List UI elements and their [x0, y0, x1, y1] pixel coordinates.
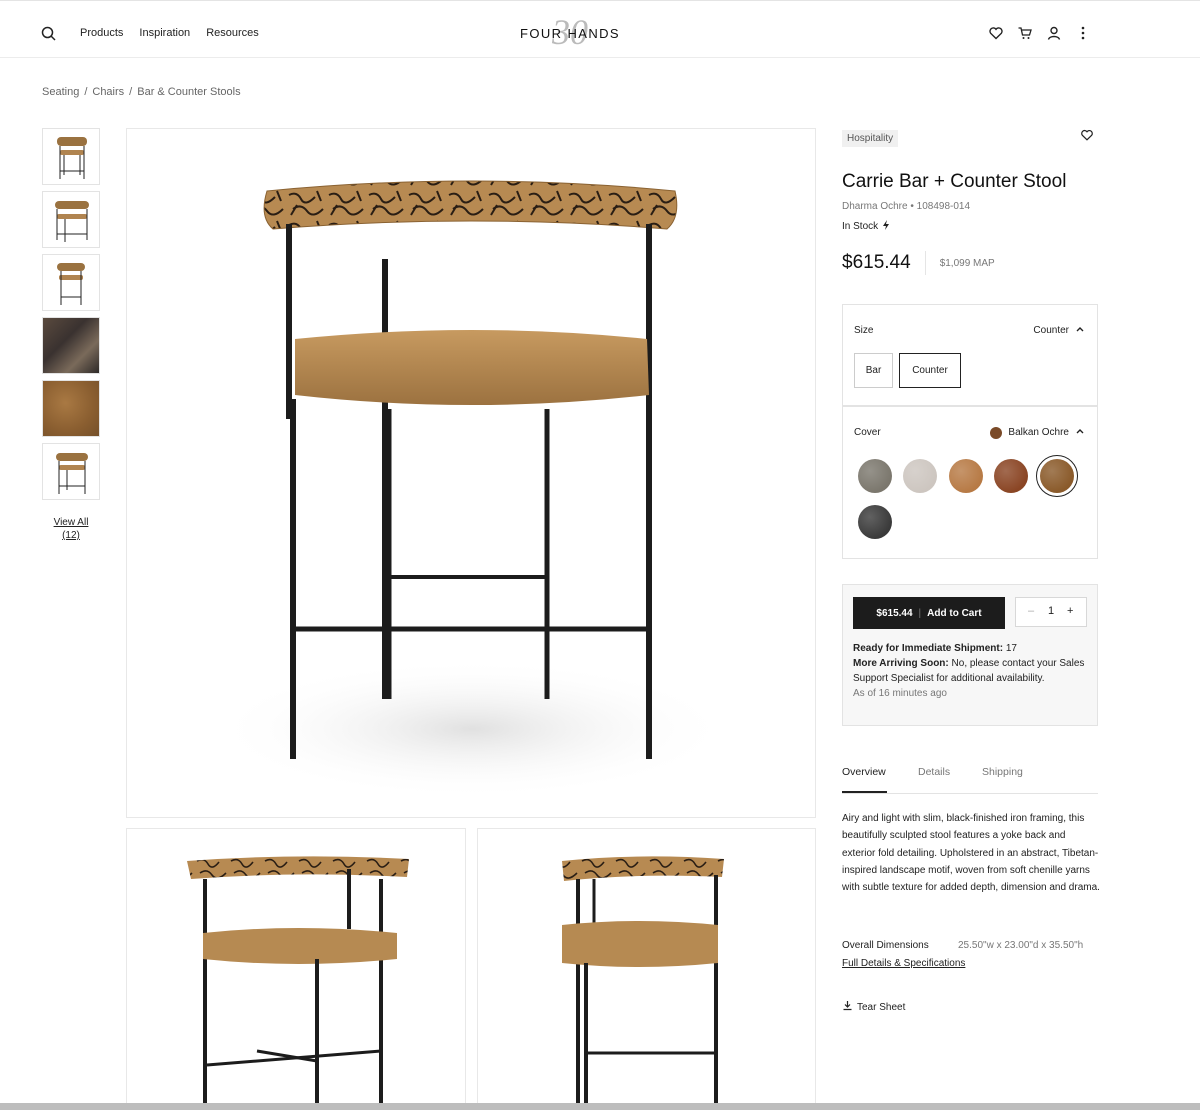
stock-status: In Stock: [842, 220, 1098, 233]
horizontal-scrollbar[interactable]: [0, 1103, 1200, 1110]
thumbnail-room-scene[interactable]: [42, 317, 100, 374]
product-tabs: Overview Details Shipping: [842, 766, 1098, 794]
ready-value: 17: [1005, 643, 1017, 654]
product-title: Carrie Bar + Counter Stool: [842, 171, 1067, 192]
selected-cover-dot: [990, 426, 1003, 439]
price-row: $615.44 $1,099 MAP: [842, 251, 1098, 275]
cart-button-separator: |: [918, 607, 922, 619]
favorite-heart-icon[interactable]: [1080, 128, 1094, 142]
cover-selected: Balkan Ochre: [1008, 427, 1069, 438]
thumbnail-fabric[interactable]: [42, 380, 100, 437]
logo-text: FOUR HANDS: [520, 26, 620, 41]
cover-toggle[interactable]: Balkan Ochre: [990, 426, 1085, 439]
cover-swatch[interactable]: [858, 505, 892, 539]
breadcrumb: Seating / Chairs / Bar & Counter Stools: [42, 86, 241, 98]
cover-swatch[interactable]: [858, 459, 892, 493]
qty-minus-button[interactable]: –: [1028, 605, 1034, 617]
nav-inspiration[interactable]: Inspiration: [139, 27, 190, 39]
heart-icon[interactable]: [988, 25, 1004, 41]
lightning-icon: [882, 220, 890, 233]
breadcrumb-chairs[interactable]: Chairs: [92, 86, 124, 98]
qty-plus-button[interactable]: +: [1067, 605, 1073, 617]
tab-details[interactable]: Details: [918, 766, 950, 778]
tear-sheet-label: Tear Sheet: [857, 1001, 906, 1013]
shipment-info: Ready for Immediate Shipment: 17 More Ar…: [853, 641, 1085, 701]
cart-panel: $615.44 | Add to Cart – 1 + Ready for Im…: [842, 584, 1098, 726]
tab-overview[interactable]: Overview: [842, 766, 886, 778]
site-logo[interactable]: 30 FOUR HANDS: [500, 12, 640, 55]
breadcrumb-separator: /: [129, 86, 133, 98]
size-selector: Size Counter Bar Counter: [842, 304, 1098, 406]
qty-value[interactable]: 1: [1048, 605, 1054, 617]
cart-button-label: Add to Cart: [927, 607, 982, 619]
view-all-label: View All: [53, 517, 89, 528]
main-nav: Products Inspiration Resources: [80, 27, 259, 39]
nav-resources[interactable]: Resources: [206, 27, 259, 39]
cover-selector: Cover Balkan Ochre: [842, 406, 1098, 559]
tab-shipping[interactable]: Shipping: [982, 766, 1023, 778]
account-icon[interactable]: [1046, 25, 1062, 41]
stock-label: In Stock: [842, 221, 879, 232]
size-toggle[interactable]: Counter: [1033, 324, 1085, 337]
thumbnail-side[interactable]: [42, 254, 100, 311]
cover-swatch-selected[interactable]: [1040, 459, 1074, 493]
quantity-stepper: – 1 +: [1015, 597, 1087, 627]
overview-text: Airy and light with slim, black-finished…: [842, 813, 1100, 894]
search-icon[interactable]: [40, 25, 58, 43]
product-price: $615.44: [842, 252, 911, 273]
dimensions-value: 25.50"w x 23.00"d x 35.50"h: [958, 940, 1084, 951]
chevron-up-icon: [1075, 426, 1085, 439]
arriving-line: More Arriving Soon: No, please contact y…: [853, 656, 1085, 686]
size-selected: Counter: [1033, 325, 1069, 336]
price-divider: [924, 251, 926, 275]
thumbnail-front[interactable]: [42, 128, 100, 185]
breadcrumb-seating[interactable]: Seating: [42, 86, 79, 98]
angle-product-image[interactable]: [126, 828, 466, 1110]
more-icon[interactable]: [1075, 25, 1091, 41]
cart-icon[interactable]: [1017, 25, 1033, 41]
main-product-image[interactable]: [126, 128, 816, 818]
map-price: $1,099 MAP: [939, 257, 995, 269]
thumbnail-angle[interactable]: [42, 191, 100, 248]
cart-button-price: $615.44: [876, 607, 913, 619]
product-info: Hospitality Carrie Bar + Counter Stool D…: [842, 128, 1098, 275]
hospitality-badge: Hospitality: [842, 130, 899, 147]
breadcrumb-separator: /: [84, 86, 88, 98]
cover-swatch[interactable]: [949, 459, 983, 493]
thumbnail-alt[interactable]: [42, 443, 100, 500]
view-all-link[interactable]: View All (12): [42, 516, 100, 542]
side-product-image[interactable]: [477, 828, 816, 1110]
cover-swatch[interactable]: [994, 459, 1028, 493]
full-details-link[interactable]: Full Details & Specifications: [842, 958, 965, 969]
product-sku: Dharma Ochre • 108498-014: [842, 201, 971, 212]
header-icons: [988, 25, 1091, 41]
site-header: Products Inspiration Resources 30 FOUR H…: [0, 0, 1200, 58]
thumbnail-list: [42, 128, 100, 506]
breadcrumb-bar-counter-stools[interactable]: Bar & Counter Stools: [137, 86, 240, 98]
size-option-bar[interactable]: Bar: [854, 353, 893, 388]
add-to-cart-button[interactable]: $615.44 | Add to Cart: [853, 597, 1005, 629]
cover-swatch[interactable]: [903, 459, 937, 493]
tear-sheet-link[interactable]: Tear Sheet: [842, 1000, 905, 1014]
arriving-label: More Arriving Soon:: [853, 658, 949, 669]
ready-label: Ready for Immediate Shipment:: [853, 643, 1004, 654]
dimensions-label: Overall Dimensions: [842, 940, 929, 951]
size-label: Size: [854, 325, 874, 336]
nav-products[interactable]: Products: [80, 27, 123, 39]
download-icon: [842, 1000, 853, 1014]
view-all-count: (12): [62, 530, 80, 541]
as-of-timestamp: As of 16 minutes ago: [853, 688, 947, 699]
size-option-counter[interactable]: Counter: [899, 353, 961, 388]
active-tab-indicator: [842, 791, 887, 793]
chevron-up-icon: [1075, 324, 1085, 337]
ready-shipment-line: Ready for Immediate Shipment: 17: [853, 641, 1085, 656]
cover-label: Cover: [854, 427, 881, 438]
